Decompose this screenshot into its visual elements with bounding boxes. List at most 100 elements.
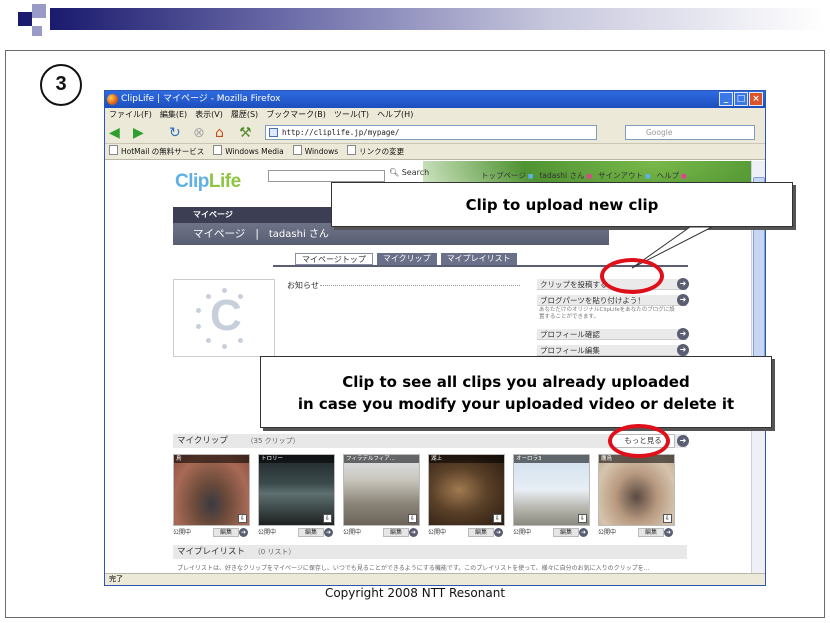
mypage-tabs: マイページトップ マイクリップ マイプレイリスト — [295, 253, 517, 265]
download-icon[interactable]: ⇩ — [323, 514, 332, 523]
top-links: トップページ tadashi さん サインアウト ヘルプ — [481, 170, 687, 181]
tab-myplaylist[interactable]: マイプレイリスト — [440, 253, 517, 265]
arrow-right-icon[interactable]: ➜ — [239, 528, 248, 537]
bookmark-item[interactable]: リンクの変更 — [347, 144, 404, 159]
status-bar: 完了 — [105, 573, 765, 585]
download-icon[interactable]: ⇩ — [493, 514, 502, 523]
menu-history[interactable]: 履歴(S) — [231, 108, 258, 122]
menu-bookmarks[interactable]: ブックマーク(B) — [266, 108, 326, 122]
edit-button[interactable]: 編集 — [298, 528, 324, 537]
menu-help[interactable]: ヘルプ(H) — [377, 108, 413, 122]
arrow-right-icon[interactable]: ➜ — [409, 528, 418, 537]
cliplife-c-icon: C — [210, 291, 242, 340]
upload-callout: Clip to upload new clip — [331, 182, 793, 227]
window-controls: _ □ × — [719, 92, 763, 106]
avatar-dot — [238, 338, 243, 343]
clip-thumbnail[interactable]: 鳥 ⇩ — [173, 454, 250, 526]
myclip-title: マイクリップ — [177, 436, 228, 446]
blog-parts-note: あなただけのオリジナルClipLifeをあなたのブログに設置することができます。 — [539, 307, 675, 320]
notice-title: お知らせ — [287, 281, 319, 290]
edit-button[interactable]: 編集 — [213, 528, 239, 537]
avatar-dot — [196, 308, 201, 313]
site-search-input[interactable] — [268, 170, 385, 182]
see-all-callout: Clip to see all clips you already upload… — [260, 356, 772, 428]
clip-status: 公開中 — [428, 529, 447, 536]
edit-button[interactable]: 編集 — [383, 528, 409, 537]
link-signout[interactable]: サインアウト — [598, 170, 651, 181]
tab-myclip[interactable]: マイクリップ — [376, 253, 437, 265]
menu-bar: ファイル(F) 編集(E) 表示(V) 履歴(S) ブックマーク(B) ツール(… — [105, 108, 765, 122]
bookmark-item[interactable]: HotMail の無料サービス — [109, 144, 204, 159]
avatar: C — [173, 279, 275, 357]
user-name: tadashi さん — [268, 229, 329, 240]
clip-status: 公開中 — [513, 529, 532, 536]
mypage-title: マイページ — [193, 228, 246, 240]
close-button[interactable]: × — [749, 92, 763, 106]
browser-window: ClipLife | マイページ - Mozilla Firefox _ □ ×… — [104, 90, 766, 586]
search-placeholder: Google — [646, 128, 673, 137]
playlist-section-header: マイプレイリスト （0 リスト） — [173, 545, 687, 559]
clip-meta: 公開中 編集 ➜ — [428, 528, 506, 538]
see-all-callout-line2: in case you modify your uploaded video o… — [297, 395, 735, 413]
download-icon[interactable]: ⇩ — [408, 514, 417, 523]
myclip-count: （35 クリップ） — [246, 437, 300, 445]
download-icon[interactable]: ⇩ — [663, 514, 672, 523]
clip-thumbnail[interactable]: トロリー ⇩ — [258, 454, 335, 526]
minimize-button[interactable]: _ — [719, 92, 733, 106]
arrow-right-icon[interactable]: ➜ — [677, 435, 689, 447]
edit-button[interactable]: 編集 — [468, 528, 494, 537]
avatar-dot — [222, 288, 227, 293]
profile-view-button[interactable]: プロフィール確認 ➜ — [537, 328, 689, 340]
download-icon[interactable]: ⇩ — [578, 514, 587, 523]
tool-icon[interactable]: ⚒ — [239, 125, 252, 141]
title-bar: ClipLife | マイページ - Mozilla Firefox _ □ × — [105, 91, 765, 108]
clip-status: 公開中 — [173, 529, 192, 536]
bookmark-item[interactable]: Windows Media — [213, 144, 283, 159]
address-bar[interactable]: http://cliplife.jp/mypage/ — [265, 125, 597, 140]
deco-square-3 — [32, 26, 42, 36]
arrow-right-icon[interactable]: ➜ — [324, 528, 333, 537]
reload-icon[interactable]: ↻ — [169, 125, 181, 141]
clip-status: 公開中 — [598, 529, 617, 536]
arrow-right-icon[interactable]: ➜ — [579, 528, 588, 537]
back-icon[interactable]: ◀ — [109, 125, 120, 141]
link-user[interactable]: tadashi さん — [539, 170, 592, 181]
window-title: ClipLife | マイページ - Mozilla Firefox — [121, 94, 281, 104]
arrow-right-icon: ➜ — [677, 294, 689, 306]
avatar-dot — [238, 294, 243, 299]
link-help[interactable]: ヘルプ — [657, 170, 687, 181]
arrow-right-icon[interactable]: ➜ — [494, 528, 503, 537]
cliplife-logo[interactable]: ClipLife — [175, 171, 241, 193]
notice-divider — [320, 285, 520, 286]
link-top-page[interactable]: トップページ — [481, 170, 533, 181]
bookmark-item[interactable]: Windows — [293, 144, 338, 159]
edit-button[interactable]: 編集 — [638, 528, 664, 537]
step-number-badge: 3 — [40, 64, 82, 106]
menu-view[interactable]: 表示(V) — [195, 108, 223, 122]
arrow-right-icon[interactable]: ➜ — [664, 528, 673, 537]
forward-icon[interactable]: ▶ — [133, 125, 144, 141]
download-icon[interactable]: ⇩ — [238, 514, 247, 523]
tab-mypage-top[interactable]: マイページトップ — [295, 253, 373, 265]
menu-edit[interactable]: 編集(E) — [160, 108, 187, 122]
search-bar[interactable]: Google — [625, 125, 755, 140]
page-icon — [269, 128, 278, 137]
clip-status: 公開中 — [343, 529, 362, 536]
clip-status: 公開中 — [258, 529, 277, 536]
blog-parts-button[interactable]: ブログパーツを貼り付けよう！ ➜ — [537, 294, 689, 306]
stop-icon[interactable]: ⊗ — [193, 125, 205, 141]
menu-tools[interactable]: ツール(T) — [334, 108, 369, 122]
profile-edit-button[interactable]: プロフィール編集 ➜ — [537, 344, 689, 356]
clip-meta: 公開中 編集 ➜ — [343, 528, 421, 538]
site-search-button[interactable]: 🔍︎ Search — [389, 168, 429, 177]
clip-thumbnail[interactable]: 鷹鳥 ⇩ — [598, 454, 675, 526]
address-url: http://cliplife.jp/mypage/ — [282, 128, 400, 137]
clip-thumbnail[interactable]: オーロラ3 ⇩ — [513, 454, 590, 526]
navigation-toolbar: ◀ ▶ ↻ ⊗ ⌂ ⚒ http://cliplife.jp/mypage/ G… — [105, 122, 765, 144]
menu-file[interactable]: ファイル(F) — [109, 108, 152, 122]
maximize-button[interactable]: □ — [734, 92, 748, 106]
edit-button[interactable]: 編集 — [553, 528, 579, 537]
home-icon[interactable]: ⌂ — [215, 125, 224, 141]
clip-thumbnail[interactable]: フィラデルフィア... ⇩ — [343, 454, 420, 526]
clip-thumbnail[interactable]: 湖上 ⇩ — [428, 454, 505, 526]
